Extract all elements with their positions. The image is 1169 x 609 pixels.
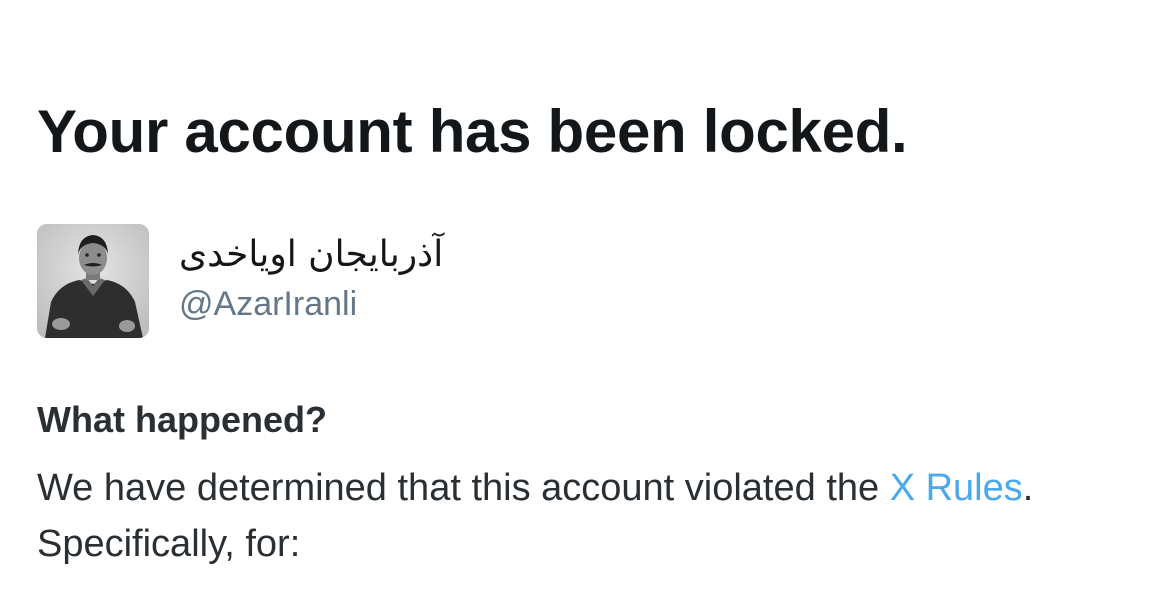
profile-photo-icon (37, 224, 149, 338)
violation-text-start: We have determined that this account vio… (37, 467, 890, 509)
page-title: Your account has been locked. (37, 98, 908, 165)
avatar (37, 224, 149, 338)
x-rules-link[interactable]: X Rules (890, 467, 1023, 509)
account-display-name: آذربایجان اویاخدی (179, 234, 444, 275)
account-card: آذربایجان اویاخدی @AzarIranli (37, 224, 737, 340)
account-handle: @AzarIranli (179, 285, 358, 323)
what-happened-heading: What happened? (37, 399, 327, 440)
violation-explanation: We have determined that this account vio… (37, 460, 1037, 572)
